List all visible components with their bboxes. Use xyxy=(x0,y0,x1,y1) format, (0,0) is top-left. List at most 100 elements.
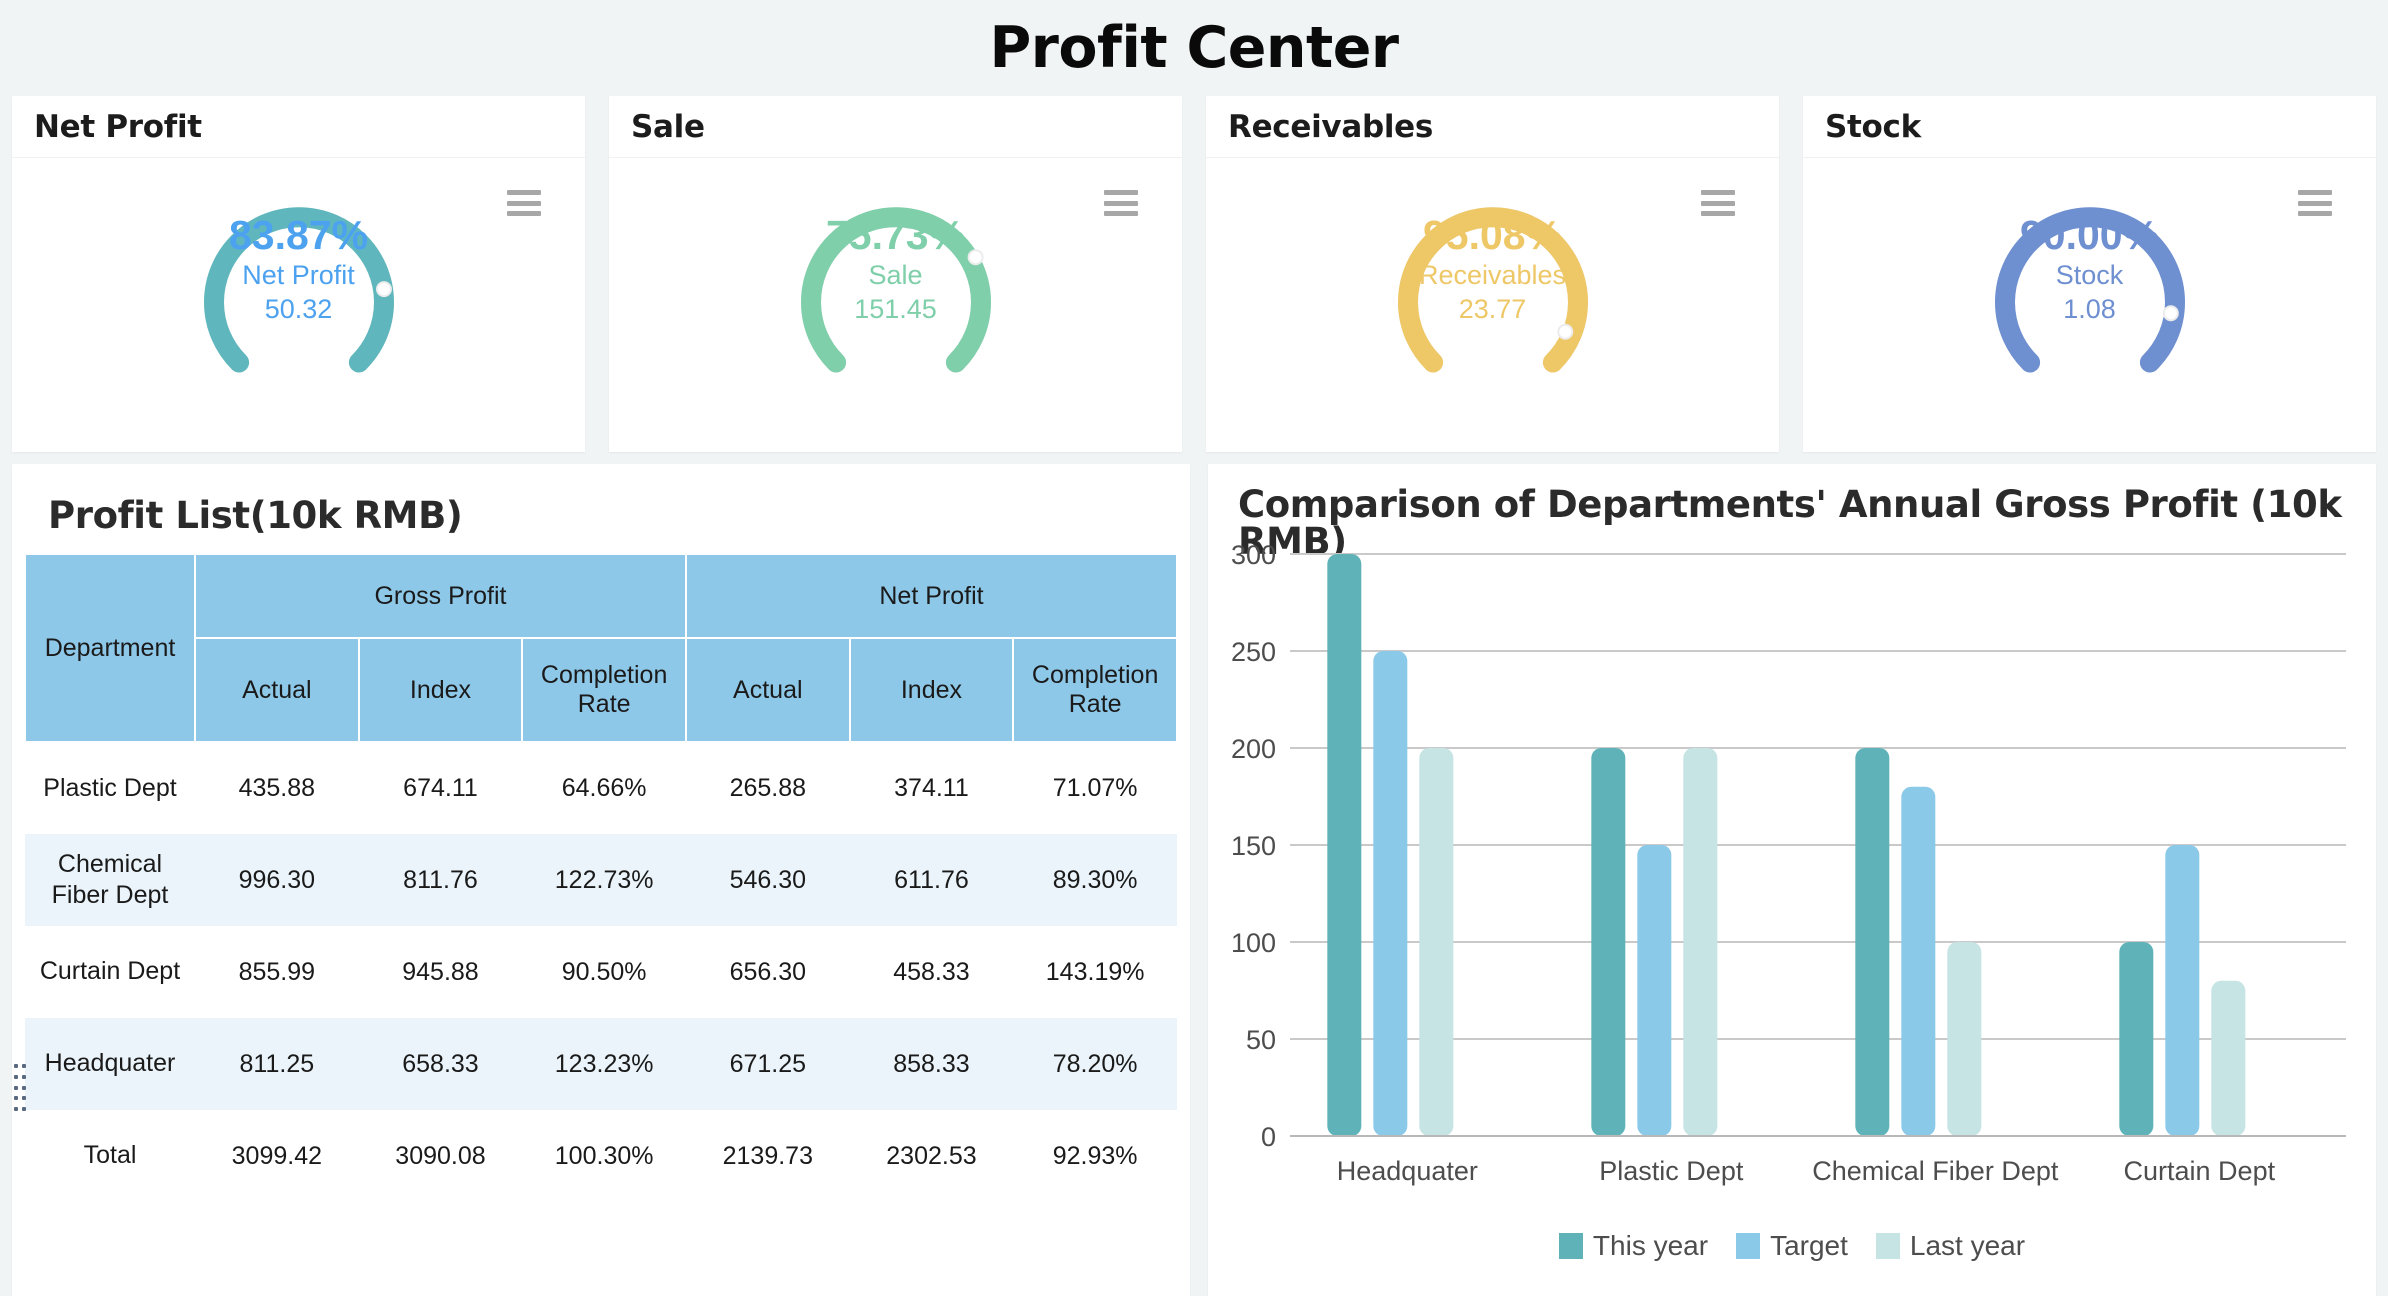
gauge-stock: 90.00% Stock 1.08 xyxy=(1975,172,2205,402)
table-row[interactable]: Total 3099.42 3090.08 100.30% 2139.73 2302.53… xyxy=(25,1110,1177,1202)
column-group-gross-profit[interactable]: Gross Profit xyxy=(194,553,687,639)
bar-target[interactable] xyxy=(1637,845,1672,1136)
cell-gross-index: 674.11 xyxy=(403,774,478,802)
cell-department: Total xyxy=(83,1141,137,1170)
y-axis-tick-label: 100 xyxy=(1231,928,1276,958)
bar-chart-svg[interactable]: 0 50 100 150 200 250 300 Headquater Plastic Dept… xyxy=(1208,536,2376,1236)
kpi-card-sale[interactable]: Sale 75.73% Sale 151.45 xyxy=(609,96,1182,452)
bar-last-year[interactable] xyxy=(2211,980,2246,1136)
cell-net-completion-rate: 71.07% xyxy=(1052,774,1138,802)
bar-this-year[interactable] xyxy=(1327,554,1362,1136)
bottom-row: Profit List(10k RMB) Department Gross Pr… xyxy=(0,452,2388,1296)
cell-net-actual: 546.30 xyxy=(685,834,850,926)
kpi-title: Net Profit xyxy=(34,108,202,145)
kpi-header: Net Profit xyxy=(12,96,585,158)
cell-department: Headquater xyxy=(25,1018,195,1110)
cell-gross-completion-rate: 64.66% xyxy=(561,774,647,802)
cell-department: Chemical Fiber Dept xyxy=(25,834,195,926)
cell-net-completion-rate: 78.20% xyxy=(1013,1018,1177,1110)
bar-last-year[interactable] xyxy=(1947,942,1982,1136)
legend-swatch-icon xyxy=(1736,1233,1761,1259)
bar-target[interactable] xyxy=(1373,651,1408,1136)
column-header-net-index[interactable]: Index xyxy=(848,637,1015,743)
gauge-wrap: 83.87% Net Profit 50.32 xyxy=(12,172,585,402)
x-axis-category-label: Curtain Dept xyxy=(2124,1156,2276,1186)
cell-net-completion-rate: 89.30% xyxy=(1013,834,1177,926)
table-row[interactable]: Headquater 811.25 658.33 123.23% 671.25 858.3… xyxy=(25,1018,1177,1110)
y-axis-tick-label: 50 xyxy=(1246,1025,1276,1055)
cell-net-index: 458.33 xyxy=(893,957,970,986)
table-header-row-group: Department Gross Profit Net Profit xyxy=(24,553,1179,743)
table-row[interactable]: Chemical Fiber Dept 996.30 811.76 122.73% 54… xyxy=(25,834,1177,926)
kpi-title: Sale xyxy=(631,108,705,145)
bar-last-year[interactable] xyxy=(1683,748,1718,1136)
gauge-wrap: 75.73% Sale 151.45 xyxy=(609,172,1182,402)
kpi-card-stock[interactable]: Stock 90.00% Stock 1.08 xyxy=(1803,96,2376,452)
cell-gross-index: 811.76 xyxy=(358,834,523,926)
kpi-body: 95.08% Receivables 23.77 xyxy=(1206,158,1779,452)
column-header-department[interactable]: Department xyxy=(24,553,196,743)
cell-department: Plastic Dept xyxy=(43,773,177,802)
table-body: Plastic Dept 435.88 674.11 64.66% 265.88 374.… xyxy=(25,742,1177,1202)
kpi-title: Stock xyxy=(1825,108,1921,145)
cell-net-actual: 671.25 xyxy=(685,1018,850,1110)
table-head: Department Gross Profit Net Profit Actua… xyxy=(24,553,1179,743)
cell-department: Curtain Dept xyxy=(39,957,181,986)
kpi-card-net-profit[interactable]: Net Profit 83.87% Net Profit 50.32 xyxy=(12,96,585,452)
y-axis-tick-label: 250 xyxy=(1231,637,1276,667)
column-header-gross-actual[interactable]: Actual xyxy=(194,637,360,743)
kpi-header: Sale xyxy=(609,96,1182,158)
column-header-gross-index[interactable]: Index xyxy=(357,637,524,743)
cell-gross-actual: 811.25 xyxy=(195,1018,359,1110)
legend-item-target[interactable]: Target xyxy=(1736,1230,1848,1262)
bar-target[interactable] xyxy=(2165,845,2200,1136)
cell-gross-actual: 855.99 xyxy=(238,957,316,986)
column-header-gross-completion-rate[interactable]: Completion Rate xyxy=(521,637,687,743)
table-header-row-sub: Actual Index Completion Rate Actual Inde… xyxy=(25,637,1178,743)
gauge-wrap: 90.00% Stock 1.08 xyxy=(1803,172,2376,402)
panel-title-chart: Comparison of Departments' Annual Gross … xyxy=(1238,483,2342,563)
column-header-net-actual[interactable]: Actual xyxy=(684,637,851,743)
gauge-wrap: 95.08% Receivables 23.77 xyxy=(1206,172,1779,402)
gross-profit-comparison-panel: Comparison of Departments' Annual Gross … xyxy=(1208,464,2376,1296)
bar-target[interactable] xyxy=(1901,786,1936,1136)
column-header-net-completion-rate[interactable]: Completion Rate xyxy=(1012,637,1178,743)
bar-this-year[interactable] xyxy=(2119,942,2154,1136)
kpi-body: 90.00% Stock 1.08 xyxy=(1803,158,2376,452)
cell-gross-index: 945.88 xyxy=(402,957,479,986)
column-group-net-profit[interactable]: Net Profit xyxy=(684,553,1179,639)
table-drag-handle[interactable] xyxy=(14,1064,28,1116)
kpi-header: Receivables xyxy=(1206,96,1779,158)
kpi-title: Receivables xyxy=(1228,108,1434,145)
panel-title-profit-list: Profit List(10k RMB) xyxy=(48,494,463,537)
legend-label: Last year xyxy=(1909,1230,2026,1261)
bar-this-year[interactable] xyxy=(1591,748,1626,1136)
cell-net-completion-rate: 143.19% xyxy=(1045,957,1145,986)
y-axis-tick-label: 200 xyxy=(1231,734,1276,764)
cell-gross-completion-rate: 123.23% xyxy=(522,1018,686,1110)
bar-last-year[interactable] xyxy=(1419,748,1454,1136)
kpi-body: 75.73% Sale 151.45 xyxy=(609,158,1182,452)
table-row[interactable]: Curtain Dept 855.99 945.88 90.50% 656.30 458.… xyxy=(25,926,1177,1018)
cell-net-completion-rate: 92.93% xyxy=(1052,1141,1138,1170)
kpi-body: 83.87% Net Profit 50.32 xyxy=(12,158,585,452)
cell-net-index: 2302.53 xyxy=(886,1141,977,1170)
cell-gross-completion-rate: 122.73% xyxy=(522,834,686,926)
gauge-receivables: 95.08% Receivables 23.77 xyxy=(1378,172,1608,402)
legend-item-this-year[interactable]: This year xyxy=(1558,1230,1708,1262)
cell-net-index: 374.11 xyxy=(894,774,969,802)
cell-gross-actual: 3099.42 xyxy=(231,1141,323,1170)
kpi-card-receivables[interactable]: Receivables 95.08% Receivables 23.77 xyxy=(1206,96,1779,452)
bar-this-year[interactable] xyxy=(1855,748,1890,1136)
table-row[interactable]: Plastic Dept 435.88 674.11 64.66% 265.88 374.… xyxy=(25,742,1177,834)
kpi-header: Stock xyxy=(1803,96,2376,158)
legend-label: Target xyxy=(1770,1230,1848,1261)
cell-gross-completion-rate: 100.30% xyxy=(554,1141,654,1170)
legend-item-last-year[interactable]: Last year xyxy=(1875,1230,2026,1262)
bar-chart-area: 0 50 100 150 200 250 300 Headquater Plastic Dept… xyxy=(1208,536,2376,1296)
profit-list-panel: Profit List(10k RMB) Department Gross Pr… xyxy=(12,464,1190,1296)
gauge-sale: 75.73% Sale 151.45 xyxy=(781,172,1011,402)
gauge-net-profit: 83.87% Net Profit 50.32 xyxy=(184,172,414,402)
legend-swatch-icon xyxy=(1558,1233,1583,1259)
chart-legend: This year Target Last year xyxy=(1208,1230,2376,1262)
